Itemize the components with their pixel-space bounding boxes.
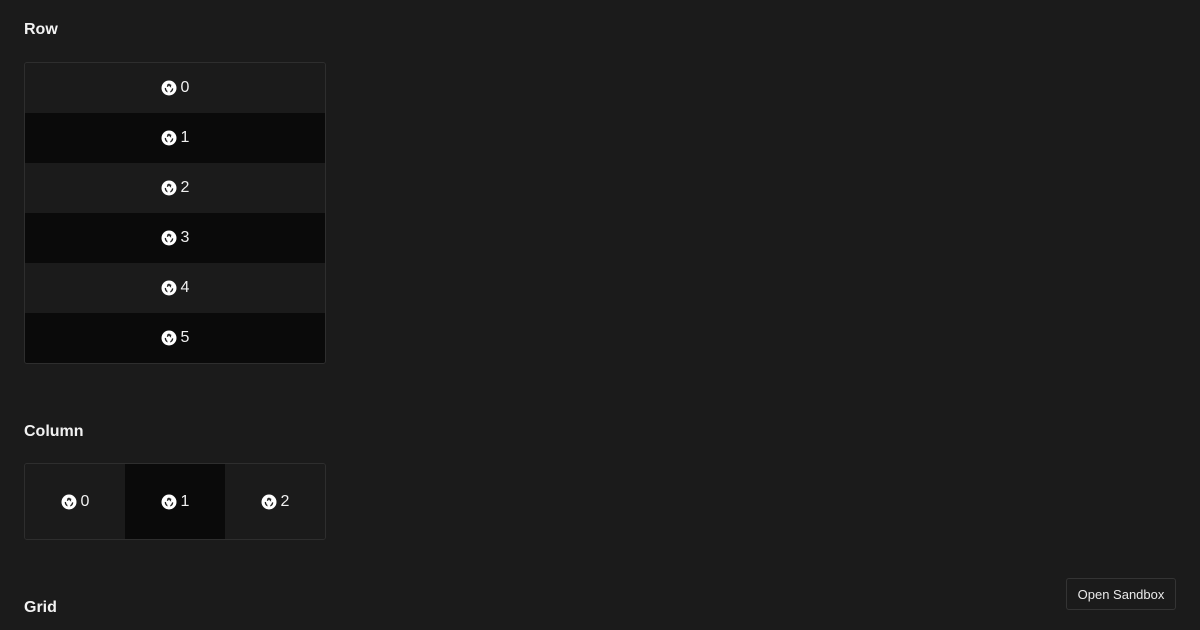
item-label: 4 bbox=[180, 279, 190, 296]
recycle-icon bbox=[261, 494, 277, 510]
item-label: 0 bbox=[180, 79, 190, 96]
section-title-grid: Grid bbox=[24, 599, 57, 616]
item-label: 0 bbox=[80, 492, 90, 510]
recycle-icon bbox=[161, 494, 177, 510]
recycle-icon bbox=[161, 180, 177, 196]
section-title-row: Row bbox=[24, 21, 58, 38]
item-label: 1 bbox=[180, 492, 190, 510]
recycle-icon bbox=[61, 494, 77, 510]
list-item: 2 bbox=[25, 163, 325, 213]
item-label: 5 bbox=[180, 329, 190, 346]
recycle-icon bbox=[161, 330, 177, 346]
open-sandbox-button[interactable]: Open Sandbox bbox=[1066, 578, 1176, 610]
recycle-icon bbox=[161, 130, 177, 146]
column-list: 0 1 2 bbox=[24, 463, 326, 540]
list-item: 1 bbox=[125, 464, 225, 539]
list-item: 2 bbox=[225, 464, 325, 539]
recycle-icon bbox=[161, 230, 177, 246]
list-item: 0 bbox=[25, 63, 325, 113]
list-item: 0 bbox=[25, 464, 125, 539]
recycle-icon bbox=[161, 280, 177, 296]
item-label: 1 bbox=[180, 129, 190, 146]
section-title-column: Column bbox=[24, 423, 84, 440]
item-label: 3 bbox=[180, 229, 190, 246]
page: Row 0 1 2 3 4 5 Column 0 1 2 Grid Open S… bbox=[0, 0, 1200, 630]
list-item: 5 bbox=[25, 313, 325, 363]
list-item: 4 bbox=[25, 263, 325, 313]
row-list: 0 1 2 3 4 5 bbox=[24, 62, 326, 364]
item-label: 2 bbox=[180, 179, 190, 196]
item-label: 2 bbox=[280, 492, 290, 510]
recycle-icon bbox=[161, 80, 177, 96]
list-item: 3 bbox=[25, 213, 325, 263]
list-item: 1 bbox=[25, 113, 325, 163]
